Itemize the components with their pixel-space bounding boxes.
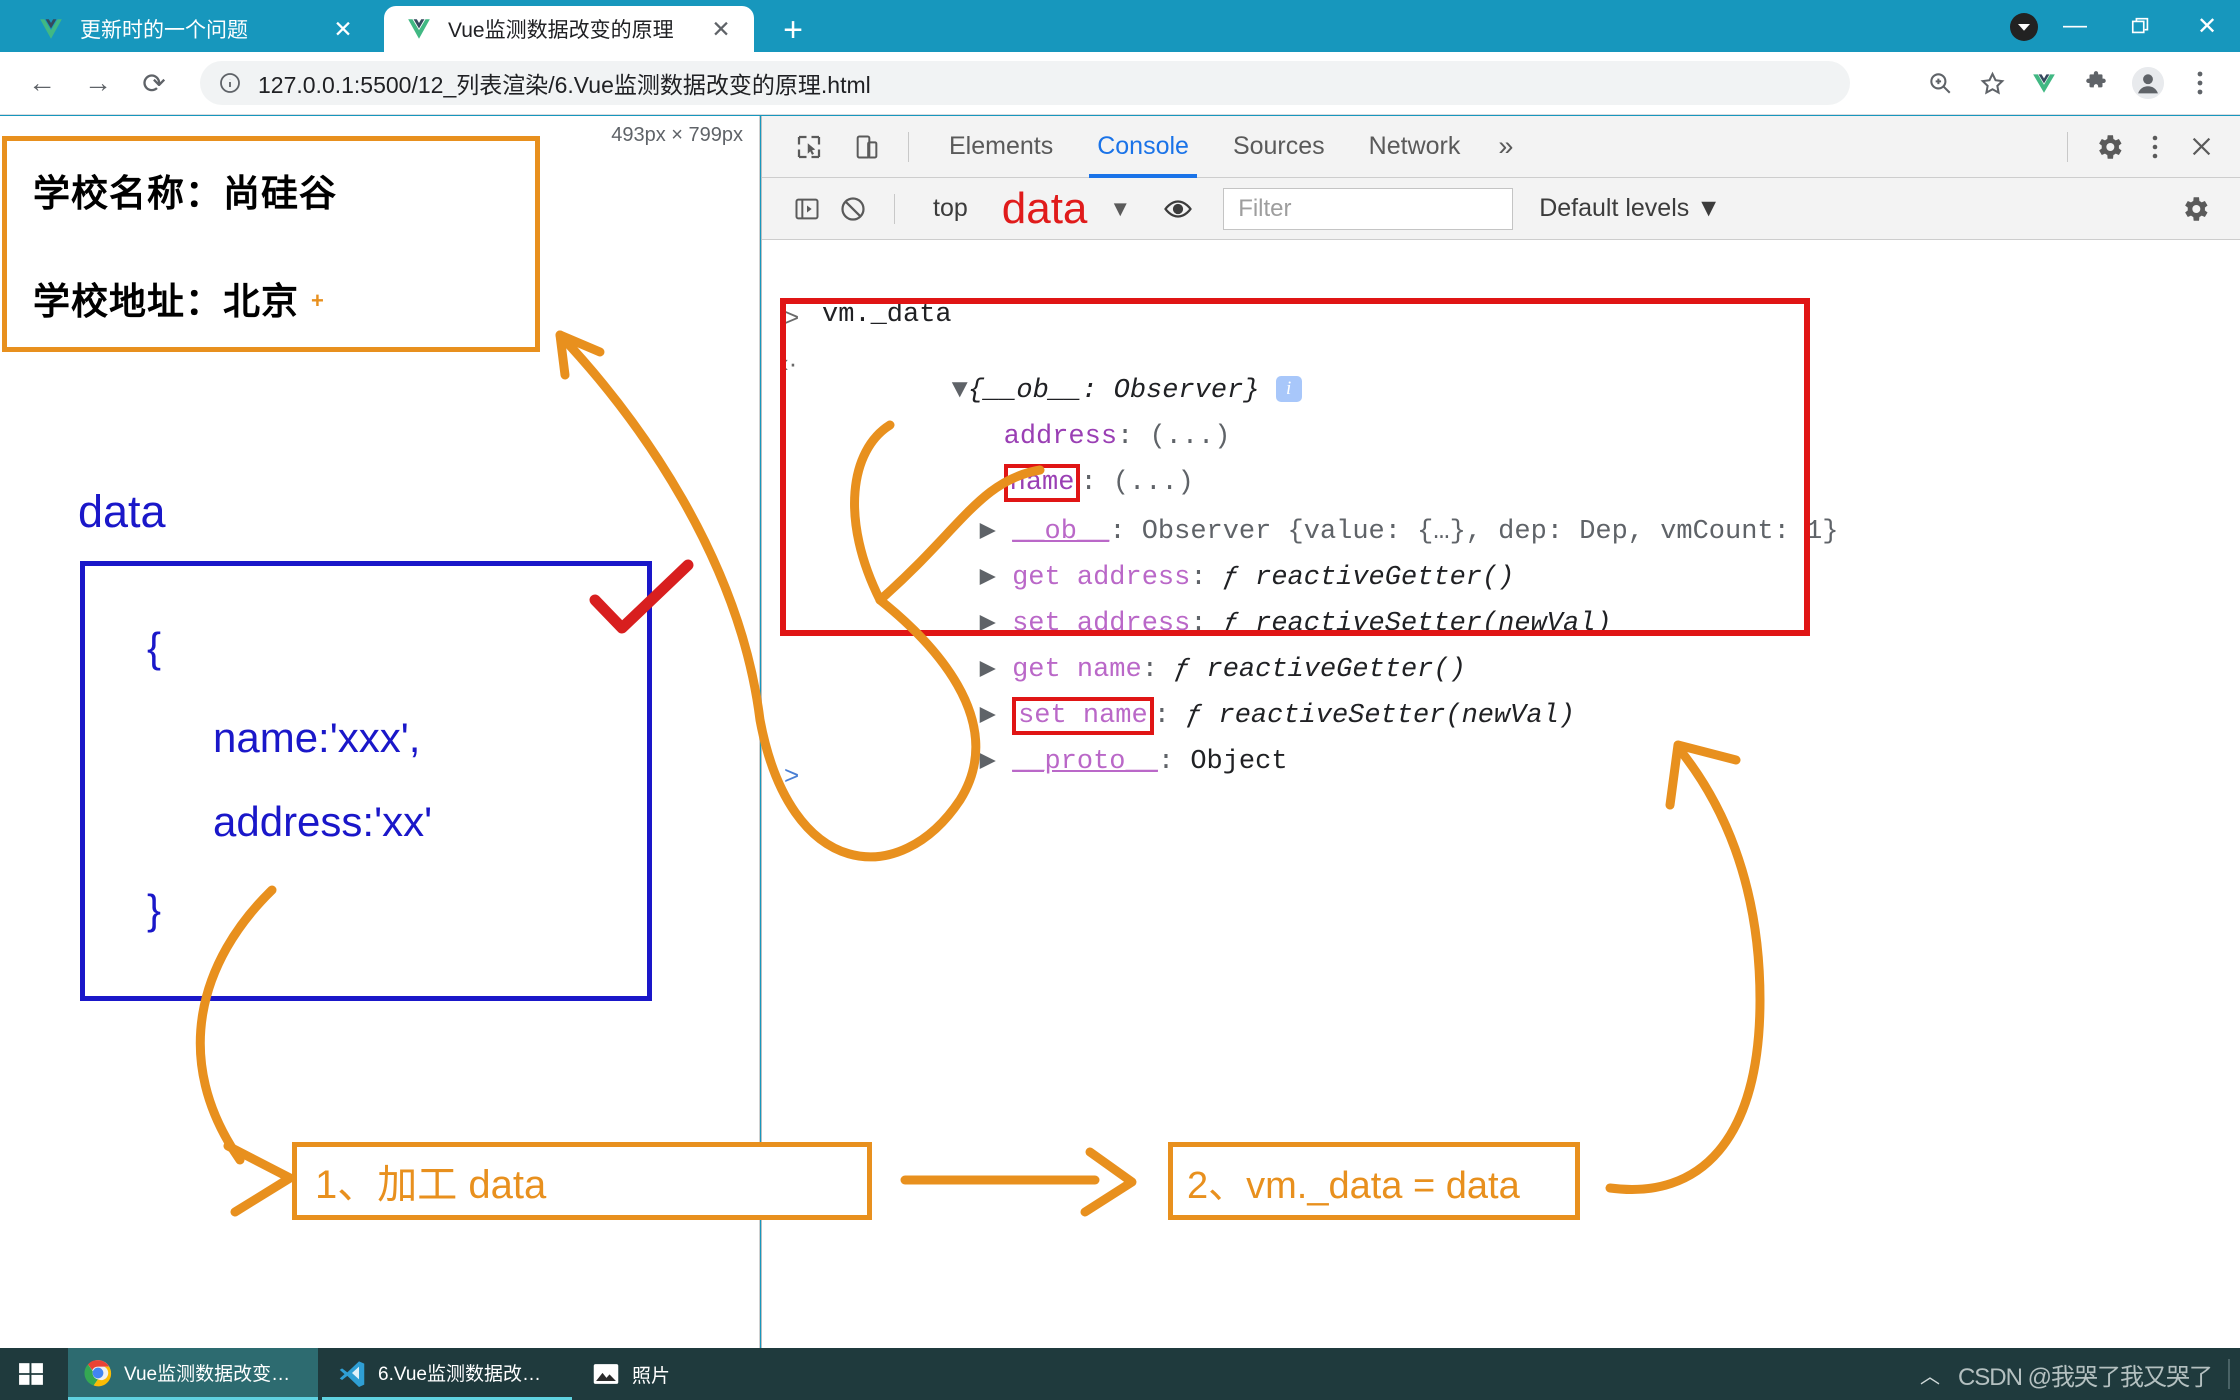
more-tabs-icon[interactable]: » xyxy=(1482,131,1529,162)
school-info-box: 学校名称：尚硅谷 学校地址：北京 + xyxy=(2,136,540,352)
taskbar-item-chrome[interactable]: Vue监测数据改变的... xyxy=(68,1348,318,1400)
window-maximize-button[interactable] xyxy=(2108,0,2174,52)
toolbar-right-icons xyxy=(1914,57,2226,109)
window-close-button[interactable]: ✕ xyxy=(2174,0,2240,52)
extension-badge-icon[interactable] xyxy=(2010,13,2038,41)
browser-window: 更新时的一个问题 ✕ Vue监测数据改变的原理 ✕ + — ✕ ← → ⟳ 12… xyxy=(0,0,2240,1348)
tab-title: 更新时的一个问题 xyxy=(80,19,248,42)
tab-console[interactable]: Console xyxy=(1075,116,1211,178)
taskbar-item-label: Vue监测数据改变的... xyxy=(124,1364,302,1385)
profile-avatar-icon[interactable] xyxy=(2122,57,2174,109)
annotation-step2-text: 2、vm._data = data xyxy=(1187,1164,1520,1207)
tray-edge-divider xyxy=(2228,1359,2230,1389)
address-bar[interactable]: 127.0.0.1:5500/12_列表渲染/6.Vue监测数据改变的原理.ht… xyxy=(200,61,1850,105)
browser-toolbar: ← → ⟳ 127.0.0.1:5500/12_列表渲染/6.Vue监测数据改变… xyxy=(0,52,2240,115)
school-address-text: 学校地址：北京 xyxy=(33,281,299,322)
devtools-tabbar: Elements Console Sources Network » xyxy=(762,116,2240,178)
chevron-down-icon: ▼ xyxy=(1696,194,1721,222)
forward-icon[interactable]: → xyxy=(70,55,126,111)
chrome-menu-icon[interactable] xyxy=(2174,57,2226,109)
school-address-line: 学校地址：北京 + xyxy=(33,271,509,325)
taskbar-item-vscode[interactable]: 6.Vue监测数据改变... xyxy=(322,1348,572,1400)
settings-gear-icon[interactable] xyxy=(2086,124,2132,170)
divider xyxy=(908,131,909,162)
console-toolbar: top data ▼ Filter Default levels ▼ xyxy=(762,178,2240,240)
annotation-box-step2: 2、vm._data = data xyxy=(1168,1142,1580,1220)
device-toolbar-icon[interactable] xyxy=(844,124,890,170)
console-input-expression: vm._data xyxy=(822,300,952,330)
code-line-name: name:'xxx', xyxy=(213,714,421,761)
devtools-close-icon[interactable] xyxy=(2178,124,2224,170)
school-name-line: 学校名称：尚硅谷 xyxy=(33,173,337,214)
annotation-step1-text: 1、加工 data xyxy=(315,1163,547,1207)
window-controls: — ✕ xyxy=(2042,0,2240,52)
divider xyxy=(894,193,895,224)
back-icon[interactable]: ← xyxy=(14,55,70,111)
system-tray: ︿ CSDN @我哭了我又哭了 xyxy=(1920,1348,2240,1400)
csdn-watermark: CSDN @我哭了我又哭了 xyxy=(1957,1363,2213,1391)
inspect-element-icon[interactable] xyxy=(786,124,832,170)
log-levels-selector[interactable]: Default levels ▼ xyxy=(1539,194,1721,223)
vue-devtools-icon[interactable] xyxy=(2018,57,2070,109)
context-annotation-data: data xyxy=(1001,183,1088,233)
tray-expand-caret-icon[interactable]: ︿ xyxy=(1920,1360,1940,1389)
photos-icon xyxy=(593,1364,619,1384)
console-next-prompt-glyph: > xyxy=(784,760,800,790)
tab-sources[interactable]: Sources xyxy=(1211,116,1347,178)
taskbar-item-label: 6.Vue监测数据改变... xyxy=(378,1364,556,1385)
data-label: data xyxy=(78,486,166,537)
code-open-brace: { xyxy=(147,624,162,671)
tab-close-icon[interactable]: ✕ xyxy=(330,16,356,42)
console-context-selector[interactable]: top xyxy=(933,194,968,223)
annotation-box-step1: 1、加工 data xyxy=(292,1142,872,1220)
browser-tab-0[interactable]: 更新时的一个问题 ✕ xyxy=(16,6,376,52)
viewport-size-badge: 493px × 799px xyxy=(611,124,743,146)
extensions-puzzle-icon[interactable] xyxy=(2070,57,2122,109)
devtools-menu-icon[interactable] xyxy=(2132,124,2178,170)
property-key: __proto__ xyxy=(1012,747,1158,777)
console-filter-input[interactable]: Filter xyxy=(1223,187,1514,230)
console-prompt-glyph: > xyxy=(784,302,800,332)
taskbar-item-label: 照片 xyxy=(632,1365,671,1387)
new-tab-button[interactable]: + xyxy=(775,13,811,50)
chevron-down-icon[interactable]: ▼ xyxy=(1109,196,1131,222)
tab-title: Vue监测数据改变的原理 xyxy=(448,19,674,42)
live-expression-eye-icon[interactable] xyxy=(1155,186,1201,232)
plus-marker-icon: + xyxy=(311,288,325,313)
bookmark-star-icon[interactable] xyxy=(1966,57,2018,109)
console-result-glyph: ‹· xyxy=(780,348,798,378)
data-code-box: { name:'xxx', address:'xx' } xyxy=(80,561,652,1001)
reload-icon[interactable]: ⟳ xyxy=(126,55,182,111)
vue-logo-icon xyxy=(40,19,62,39)
tab-strip: 更新时的一个问题 ✕ Vue监测数据改变的原理 ✕ + — ✕ xyxy=(0,0,2240,52)
browser-tab-1[interactable]: Vue监测数据改变的原理 ✕ xyxy=(384,6,754,52)
start-windows-icon[interactable] xyxy=(0,1348,62,1400)
divider xyxy=(2067,131,2068,162)
clear-console-icon[interactable] xyxy=(830,186,876,232)
property-separator: : xyxy=(1157,747,1191,777)
log-levels-label: Default levels xyxy=(1539,194,1690,222)
page-info-icon[interactable] xyxy=(218,71,242,95)
tab-network[interactable]: Network xyxy=(1347,116,1483,178)
property-value: Object xyxy=(1190,747,1288,777)
chrome-icon xyxy=(84,1359,112,1386)
vscode-icon xyxy=(339,1360,365,1387)
zoom-icon[interactable] xyxy=(1914,57,1966,109)
console-row-proto[interactable]: ▶ __proto__: Object xyxy=(850,714,1288,807)
tab-elements[interactable]: Elements xyxy=(927,116,1075,178)
url-text: 127.0.0.1:5500/12_列表渲染/6.Vue监测数据改变的原理.ht… xyxy=(258,72,871,98)
code-line-address: address:'xx' xyxy=(213,798,433,845)
windows-taskbar: Vue监测数据改变的... 6.Vue监测数据改变... 照片 ︿ CSDN @… xyxy=(0,1348,2240,1400)
expand-triangle-icon[interactable]: ▶ xyxy=(980,744,996,777)
devtools-tabbar-actions xyxy=(2049,124,2224,170)
tab-close-icon[interactable]: ✕ xyxy=(708,16,734,42)
code-close-brace: } xyxy=(147,886,162,933)
taskbar-item-photos[interactable]: 照片 xyxy=(576,1348,756,1400)
window-minimize-button[interactable]: — xyxy=(2042,0,2108,52)
execute-sidebar-icon[interactable] xyxy=(784,186,830,232)
info-badge-icon[interactable]: i xyxy=(1275,376,1302,402)
console-settings-gear-icon[interactable] xyxy=(2172,186,2218,232)
vue-logo-icon xyxy=(408,19,430,39)
